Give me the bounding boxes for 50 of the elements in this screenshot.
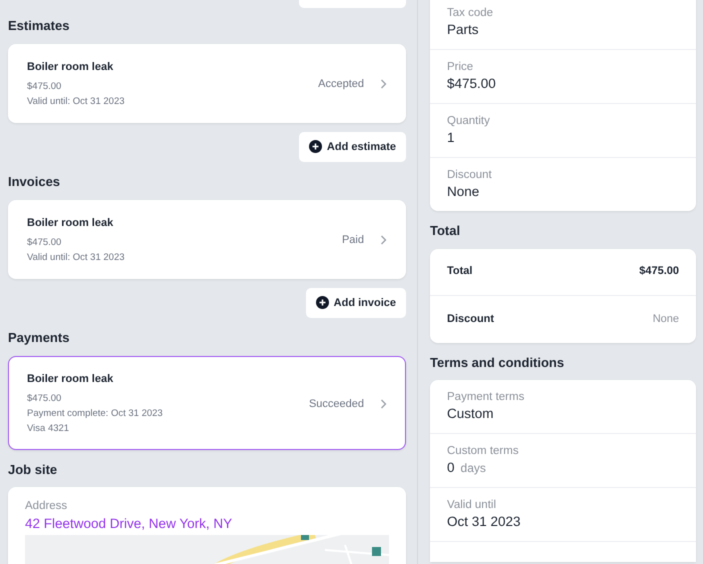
section-heading: Invoices	[8, 174, 62, 190]
field-value: Custom	[447, 406, 494, 422]
field-label: Discount	[447, 168, 493, 183]
record-amount: $475.00	[27, 80, 62, 94]
record-status: Accepted	[318, 76, 364, 92]
chevron-right-icon	[380, 398, 387, 409]
plus-circle-icon	[316, 296, 329, 310]
record-detail: Payment complete: Oct 31 2023	[27, 406, 163, 421]
record-amount: $475.00	[27, 236, 62, 250]
record-title: Boiler room leak	[27, 216, 114, 230]
field-label: Price	[447, 60, 474, 75]
field-value: None	[447, 183, 480, 201]
total-label: Total	[447, 264, 472, 280]
record-title: Boiler room leak	[27, 372, 114, 386]
section-heading: Payments	[8, 330, 70, 346]
record-card[interactable]: Boiler room leak $475.00 Valid until: Oct 31 2023 Paid	[8, 200, 406, 279]
chevron-right-icon	[380, 79, 387, 90]
section-heading: Total	[430, 223, 462, 239]
address-link[interactable]: 42 Fleetwood Drive, New York, NY	[25, 514, 389, 535]
field-value: Parts	[447, 21, 480, 39]
field-value: 1	[447, 129, 456, 147]
section-heading: Estimates	[8, 18, 70, 34]
field-value: Oct 31 2023	[447, 514, 521, 530]
field-label: Payment terms	[447, 390, 526, 406]
total-value: $475.00	[639, 264, 679, 280]
record-card[interactable]: Boiler room leak $475.00 Valid until: Oct 31 2023 Accepted	[8, 44, 406, 123]
record-detail: Valid until: Oct 31 2023	[27, 94, 125, 109]
field-label: Valid until	[447, 498, 498, 514]
record-detail: Visa 4321	[27, 422, 70, 436]
record-status: Succeeded	[308, 396, 364, 412]
record-card[interactable]: Boiler room leak $475.00 Payment complete: Oct 31 2023 Visa 4321 Succeeded	[8, 356, 406, 450]
field-label: Quantity	[447, 114, 491, 129]
record-status: Paid	[342, 232, 364, 248]
add-button[interactable]: Add invoice	[306, 288, 406, 318]
record-detail: Valid until: Oct 31 2023	[27, 250, 125, 265]
field-label: Address	[25, 499, 68, 514]
total-value: None	[652, 312, 679, 327]
field-unit: days	[460, 461, 486, 476]
field-label: Tax code	[447, 6, 494, 21]
record-amount: $475.00	[27, 392, 62, 406]
field-label: Custom terms	[447, 444, 520, 460]
section-heading: Job site	[8, 462, 58, 478]
plus-circle-icon	[308, 140, 322, 154]
record-title: Boiler room leak	[27, 60, 114, 74]
section-heading: Terms and conditions	[430, 354, 566, 370]
field-value: $475.00	[447, 75, 497, 93]
add-button[interactable]: Add estimate	[298, 132, 406, 162]
total-label: Discount	[447, 312, 494, 327]
field-value: 0	[447, 460, 455, 476]
chevron-right-icon	[380, 235, 387, 246]
